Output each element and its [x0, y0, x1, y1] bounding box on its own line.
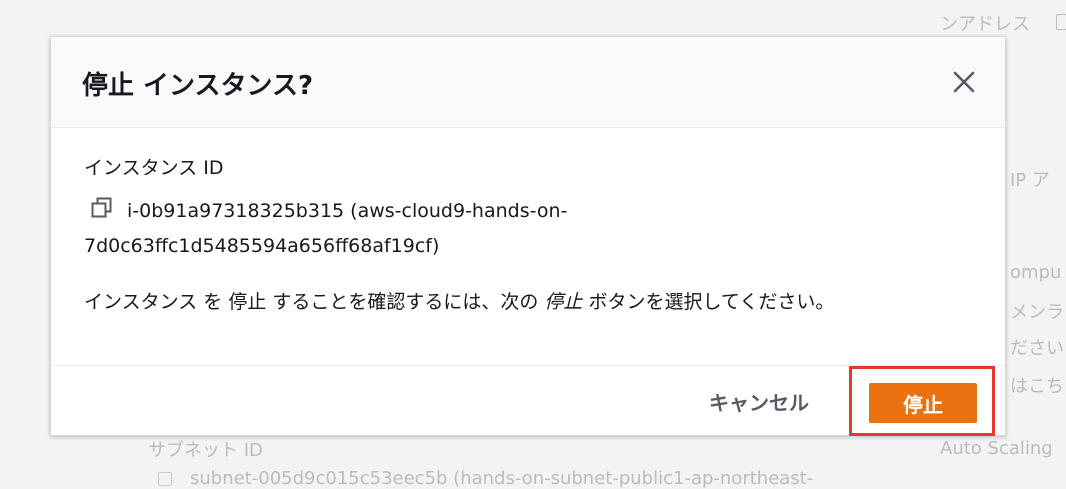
bg-auto-scaling-label: Auto Scaling — [940, 438, 1053, 459]
confirm-suffix: ボタンを選択してください。 — [582, 291, 835, 313]
bg-copy-icon — [158, 472, 172, 486]
bg-subnet-value: subnet-005d9c015c53eec5b (hands-on-subne… — [190, 468, 814, 489]
confirm-emphasis: 停止 — [544, 291, 583, 313]
bg-address-label: ンアドレス — [940, 14, 1030, 35]
bg-here-label: はこち — [1010, 376, 1064, 397]
bg-compute-label: ompu — [1010, 262, 1062, 283]
external-link-icon — [1056, 14, 1066, 30]
close-icon — [953, 71, 975, 93]
stop-instance-dialog: 停止 インスタンス? インスタンス ID i-0b91a97318325b315… — [50, 36, 1006, 436]
instance-id-label: インスタンス ID — [84, 157, 224, 179]
dialog-footer: キャンセル 停止 — [51, 365, 1005, 437]
bg-please-label: ださい — [1010, 338, 1064, 359]
bg-subnet-label: サブネット ID — [148, 440, 263, 461]
dialog-title: 停止 インスタンス? — [82, 71, 314, 101]
bg-ip-label: IP ア — [1010, 170, 1050, 191]
cancel-button[interactable]: キャンセル — [701, 381, 817, 421]
bg-recommend-label: メンラ — [1010, 302, 1064, 323]
confirm-prefix: インスタンス を 停止 することを確認するには、次の — [84, 291, 545, 313]
instance-id-value: i-0b91a97318325b315 (aws-cloud9-hands-on… — [84, 200, 568, 257]
stop-button-highlight: 停止 — [849, 366, 995, 436]
stop-button[interactable]: 停止 — [869, 383, 977, 423]
close-button[interactable] — [949, 67, 979, 97]
dialog-header: 停止 インスタンス? — [51, 37, 1005, 128]
confirm-message: インスタンス を 停止 することを確認するには、次の 停止 ボタンを選択してくだ… — [84, 287, 834, 314]
